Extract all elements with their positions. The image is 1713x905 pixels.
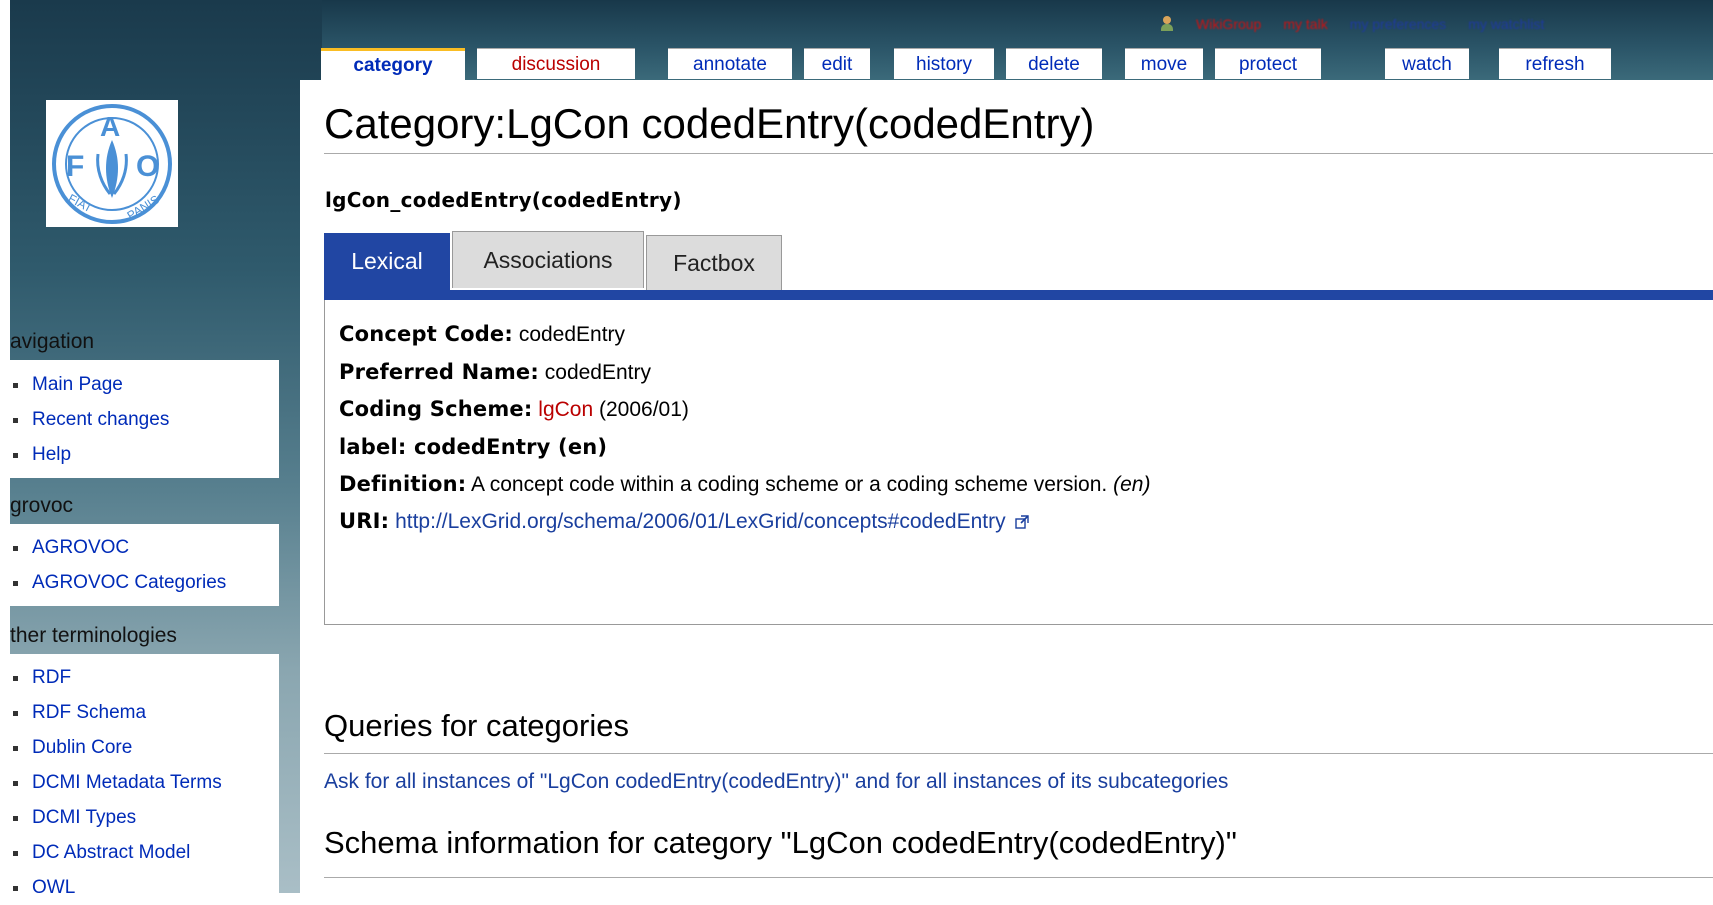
tab-discussion[interactable]: discussion bbox=[477, 48, 635, 79]
page-subtitle: lgCon_codedEntry(codedEntry) bbox=[325, 188, 682, 212]
title-divider bbox=[324, 153, 1713, 154]
preferred-name-label: Preferred Name: bbox=[339, 360, 539, 384]
my-watchlist-link[interactable]: my watchlist bbox=[1468, 16, 1544, 32]
content-tab-bar bbox=[324, 290, 1713, 300]
label-value: codedEntry (en) bbox=[406, 435, 608, 459]
label-row: label: codedEntry (en) bbox=[339, 435, 607, 460]
coding-scheme-label: Coding Scheme: bbox=[339, 397, 533, 421]
definition-value: A concept code within a coding scheme or… bbox=[466, 473, 1114, 496]
queries-divider bbox=[324, 753, 1713, 754]
lexical-panel: Concept Code: codedEntry Preferred Name:… bbox=[324, 300, 1713, 625]
sidebar-item-owl[interactable]: OWL bbox=[10, 870, 279, 905]
definition-label: Definition: bbox=[339, 472, 467, 496]
tab-category[interactable]: category bbox=[321, 48, 465, 83]
queries-heading: Queries for categories bbox=[324, 708, 629, 743]
sidebar-item-agrovoc[interactable]: AGROVOC bbox=[10, 530, 279, 565]
tab-protect[interactable]: protect bbox=[1215, 48, 1321, 79]
tab-refresh[interactable]: refresh bbox=[1499, 48, 1611, 79]
tab-watch[interactable]: watch bbox=[1385, 48, 1469, 79]
sidebar-item-agrovoc-categories[interactable]: AGROVOC Categories bbox=[10, 565, 279, 600]
uri-link[interactable]: http://LexGrid.org/schema/2006/01/LexGri… bbox=[395, 510, 1006, 533]
sidebar-item-dcmi-metadata-terms[interactable]: DCMI Metadata Terms bbox=[10, 765, 279, 800]
concept-code-label: Concept Code: bbox=[339, 322, 513, 346]
tab-annotate[interactable]: annotate bbox=[668, 48, 792, 79]
external-link-icon bbox=[1015, 515, 1030, 530]
definition-lang: (en) bbox=[1113, 473, 1151, 496]
my-talk-link[interactable]: my talk bbox=[1283, 16, 1327, 32]
sidebar-item-help[interactable]: Help bbox=[10, 437, 279, 472]
concept-code-value: codedEntry bbox=[512, 323, 626, 346]
tab-lexical[interactable]: Lexical bbox=[324, 233, 450, 293]
uri-label: URI: bbox=[339, 509, 390, 533]
fao-logo-icon: F A O FIAT PANIS bbox=[52, 103, 172, 224]
svg-text:A: A bbox=[100, 111, 120, 142]
portlet-terminologies: RDF RDF Schema Dublin Core DCMI Metadata… bbox=[10, 654, 279, 898]
coding-scheme-row: Coding Scheme: lgCon (2006/01) bbox=[339, 397, 689, 422]
my-preferences-link[interactable]: my preferences bbox=[1350, 16, 1446, 32]
sidebar-item-dc-abstract-model[interactable]: DC Abstract Model bbox=[10, 835, 279, 870]
tab-delete[interactable]: delete bbox=[1006, 48, 1102, 79]
ask-instances-link[interactable]: Ask for all instances of "LgCon codedEnt… bbox=[324, 770, 1228, 794]
tab-history[interactable]: history bbox=[894, 48, 994, 79]
label-label: label: bbox=[339, 435, 407, 459]
personal-tools: WikiGroup my talk my preferences my watc… bbox=[1160, 14, 1544, 34]
portlet-agrovoc-title: grovoc bbox=[10, 494, 74, 517]
sidebar-item-recent-changes[interactable]: Recent changes bbox=[10, 402, 279, 437]
concept-code-row: Concept Code: codedEntry bbox=[339, 322, 625, 347]
page-title: Category:LgCon codedEntry(codedEntry) bbox=[324, 100, 1095, 147]
user-page-link[interactable]: WikiGroup bbox=[1196, 16, 1261, 32]
sidebar-item-main-page[interactable]: Main Page bbox=[10, 367, 279, 402]
svg-text:O: O bbox=[136, 150, 159, 183]
main-content: Category:LgCon codedEntry(codedEntry) lg… bbox=[300, 80, 1713, 893]
portlet-terminologies-title: ther terminologies bbox=[10, 624, 177, 647]
sidebar-item-dcmi-types[interactable]: DCMI Types bbox=[10, 800, 279, 835]
svg-text:F: F bbox=[66, 150, 84, 183]
coding-scheme-version: (2006/01) bbox=[593, 398, 689, 421]
sidebar-item-rdf-schema[interactable]: RDF Schema bbox=[10, 695, 279, 730]
sidebar-item-rdf[interactable]: RDF bbox=[10, 660, 279, 695]
left-edge bbox=[0, 0, 10, 893]
portlet-agrovoc: AGROVOC AGROVOC Categories bbox=[10, 524, 279, 606]
schema-heading: Schema information for category "LgCon c… bbox=[324, 825, 1237, 860]
tab-associations[interactable]: Associations bbox=[452, 231, 644, 288]
portlet-navigation-title: avigation bbox=[10, 330, 95, 353]
tab-move[interactable]: move bbox=[1125, 48, 1203, 79]
coding-scheme-link[interactable]: lgCon bbox=[538, 398, 593, 421]
sidebar-item-dublin-core[interactable]: Dublin Core bbox=[10, 730, 279, 765]
user-icon bbox=[1160, 16, 1174, 32]
tab-edit[interactable]: edit bbox=[804, 48, 870, 79]
uri-row: URI: http://LexGrid.org/schema/2006/01/L… bbox=[339, 509, 1030, 534]
schema-divider bbox=[324, 877, 1713, 878]
preferred-name-row: Preferred Name: codedEntry bbox=[339, 360, 651, 385]
fao-logo[interactable]: F A O FIAT PANIS bbox=[46, 100, 178, 227]
tab-factbox[interactable]: Factbox bbox=[646, 235, 782, 290]
portlet-navigation: Main Page Recent changes Help bbox=[10, 360, 279, 478]
preferred-name-value: codedEntry bbox=[538, 361, 652, 384]
definition-row: Definition: A concept code within a codi… bbox=[339, 472, 1150, 497]
